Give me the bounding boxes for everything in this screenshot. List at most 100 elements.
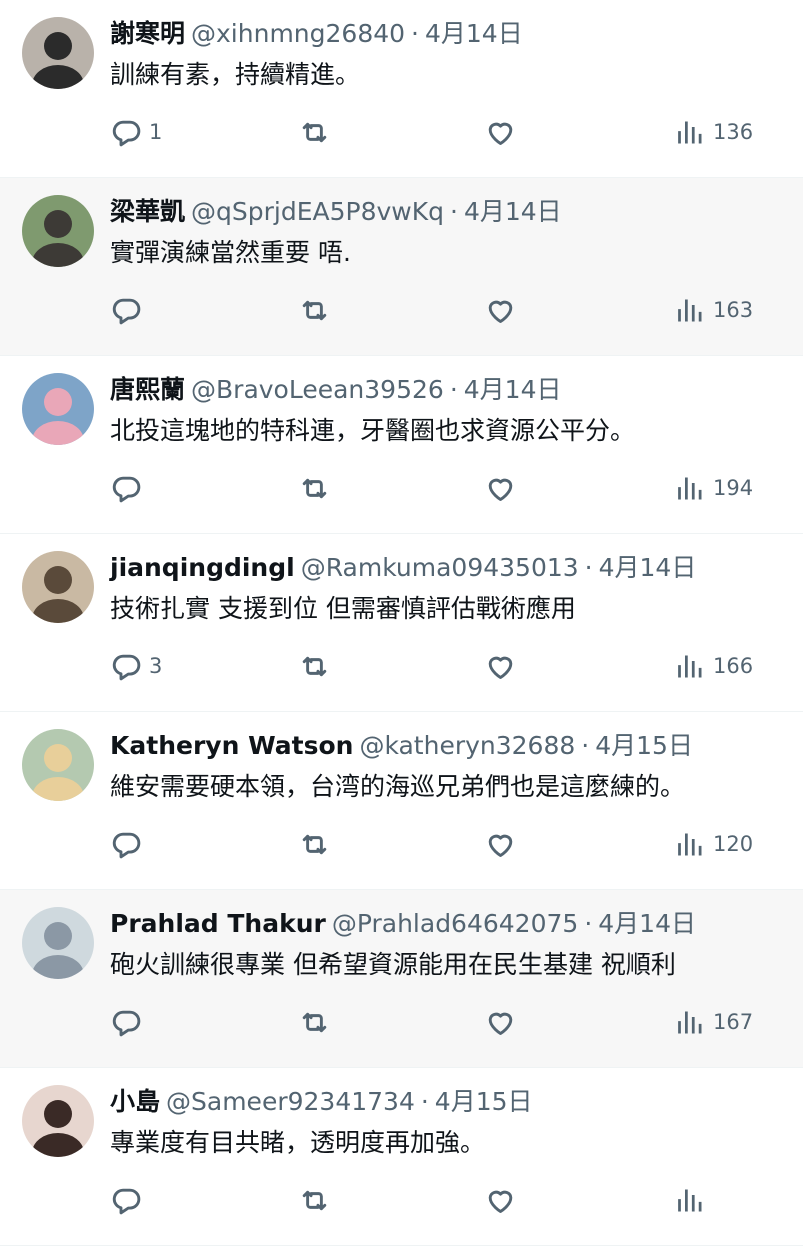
reply-item[interactable]: 小島 @Sameer92341734 · 4月15日 專業度有目共睹，透明度再加強。 (0, 1068, 803, 1246)
retweet-button[interactable] (298, 290, 331, 330)
avatar-image (22, 17, 94, 89)
author-handle[interactable]: @xihnmng26840 (191, 19, 405, 48)
reply-item[interactable]: 梁華凱 @qSprjdEA5P8vwKq · 4月14日 實彈演練當然重要 唔. 16… (0, 178, 803, 356)
post-date[interactable]: 4月14日 (464, 375, 562, 404)
views-button[interactable]: 163 (674, 290, 753, 330)
retweet-icon (302, 300, 327, 320)
reply-item[interactable]: jianqingdingl @Ramkuma09435013 · 4月14日 技術扎實… (0, 534, 803, 712)
author-handle[interactable]: @Prahlad64642075 (332, 909, 578, 938)
author-handle[interactable]: @katheryn32688 (359, 731, 575, 760)
author-name[interactable]: 梁華凱 (110, 197, 185, 226)
reply-text: 實彈演練當然重要 唔. (110, 238, 351, 267)
post-date[interactable]: 4月14日 (598, 909, 696, 938)
retweet-button[interactable] (298, 646, 331, 686)
like-button[interactable] (484, 1002, 517, 1042)
retweet-icon (302, 478, 327, 498)
reply-item[interactable]: Katheryn Watson @katheryn32688 · 4月15日 維安需要… (0, 712, 803, 890)
post-date[interactable]: 4月14日 (464, 197, 562, 226)
author-handle[interactable]: @Ramkuma09435013 (301, 553, 579, 582)
action-bar (110, 1180, 750, 1220)
reply-button[interactable] (110, 824, 149, 864)
reply-item[interactable]: 謝寒明 @xihnmng26840 · 4月14日 訓練有素，持續精進。 1 136 (0, 0, 803, 178)
views-button[interactable]: 136 (674, 112, 753, 152)
author-name[interactable]: 唐熙蘭 (110, 375, 185, 404)
views-button[interactable]: 167 (674, 1002, 753, 1042)
like-button[interactable] (484, 468, 517, 508)
author-name[interactable]: 小島 (110, 1087, 160, 1116)
author-name[interactable]: Prahlad Thakur (110, 909, 326, 938)
reply-icon (112, 832, 141, 858)
reply-text: 訓練有素，持續精進。 (110, 60, 361, 89)
reply-text: 專業度有目共睹，透明度再加強。 (110, 1128, 486, 1157)
reply-text: 砲火訓練很專業 但希望資源能用在民生基建 祝順利 (110, 950, 676, 979)
author-name[interactable]: jianqingdingl (110, 553, 295, 582)
like-button[interactable] (484, 1180, 517, 1220)
reply-button[interactable] (110, 1002, 149, 1042)
retweet-button[interactable] (298, 468, 331, 508)
like-icon (488, 300, 513, 323)
action-bar: 1 136 (110, 112, 753, 152)
views-count: 167 (713, 1010, 754, 1034)
reply-button[interactable]: 1 (110, 112, 162, 152)
like-button[interactable] (484, 646, 517, 686)
avatar[interactable] (22, 907, 94, 979)
post-date[interactable]: 4月14日 (425, 19, 523, 48)
like-button[interactable] (484, 290, 517, 330)
action-bar: 3 166 (110, 646, 753, 686)
author-name[interactable]: 謝寒明 (110, 19, 185, 48)
like-button[interactable] (484, 112, 517, 152)
retweet-icon (302, 1012, 327, 1032)
retweet-button[interactable] (298, 824, 331, 864)
retweet-icon (302, 834, 327, 854)
avatar-image (22, 1085, 94, 1157)
reply-button[interactable]: 3 (110, 646, 162, 686)
author-handle[interactable]: @Sameer92341734 (166, 1087, 415, 1116)
reply-button[interactable] (110, 1180, 149, 1220)
views-button[interactable]: 166 (674, 646, 753, 686)
post-date[interactable]: 4月15日 (435, 1087, 533, 1116)
action-bar: 120 (110, 824, 753, 864)
avatar-image (22, 195, 94, 267)
post-date[interactable]: 4月14日 (599, 553, 697, 582)
action-bar: 167 (110, 1002, 753, 1042)
reply-feed: 謝寒明 @xihnmng26840 · 4月14日 訓練有素，持續精進。 1 136 (0, 0, 803, 1246)
retweet-button[interactable] (298, 1180, 331, 1220)
avatar[interactable] (22, 195, 94, 267)
views-count: 136 (713, 120, 754, 144)
separator-dot: · (584, 553, 593, 582)
author-handle[interactable]: @qSprjdEA5P8vwKq (191, 197, 444, 226)
reply-text: 技術扎實 支援到位 但需審慎評估戰術應用 (110, 594, 576, 623)
reply-button[interactable] (110, 468, 149, 508)
avatar-image (22, 373, 94, 445)
reply-header: 唐熙蘭 @BravoLeean39526 · 4月14日 (110, 374, 561, 406)
like-icon (488, 834, 513, 857)
like-button[interactable] (484, 824, 517, 864)
avatar[interactable] (22, 729, 94, 801)
retweet-button[interactable] (298, 1002, 331, 1042)
views-icon (678, 1011, 702, 1033)
avatar[interactable] (22, 551, 94, 623)
retweet-button[interactable] (298, 112, 331, 152)
avatar-image (22, 551, 94, 623)
avatar-image (22, 729, 94, 801)
views-button[interactable] (674, 1180, 713, 1220)
author-handle[interactable]: @BravoLeean39526 (191, 375, 444, 404)
reply-header: jianqingdingl @Ramkuma09435013 · 4月14日 (110, 552, 696, 584)
reply-text: 北投這塊地的特科連，牙醫圈也求資源公平分。 (110, 416, 636, 445)
views-button[interactable]: 120 (674, 824, 753, 864)
post-date[interactable]: 4月15日 (595, 731, 693, 760)
action-bar: 163 (110, 290, 753, 330)
author-name[interactable]: Katheryn Watson (110, 731, 353, 760)
reply-button[interactable] (110, 290, 149, 330)
avatar[interactable] (22, 373, 94, 445)
separator-dot: · (411, 19, 419, 48)
avatar[interactable] (22, 17, 94, 89)
views-button[interactable]: 194 (674, 468, 753, 508)
reply-item[interactable]: Prahlad Thakur @Prahlad64642075 · 4月14日 砲火訓… (0, 890, 803, 1068)
reply-header: 小島 @Sameer92341734 · 4月15日 (110, 1086, 533, 1118)
like-icon (488, 656, 513, 679)
retweet-icon (302, 1190, 327, 1210)
reply-icon (112, 1188, 141, 1214)
avatar[interactable] (22, 1085, 94, 1157)
reply-item[interactable]: 唐熙蘭 @BravoLeean39526 · 4月14日 北投這塊地的特科連，牙醫圈也… (0, 356, 803, 534)
